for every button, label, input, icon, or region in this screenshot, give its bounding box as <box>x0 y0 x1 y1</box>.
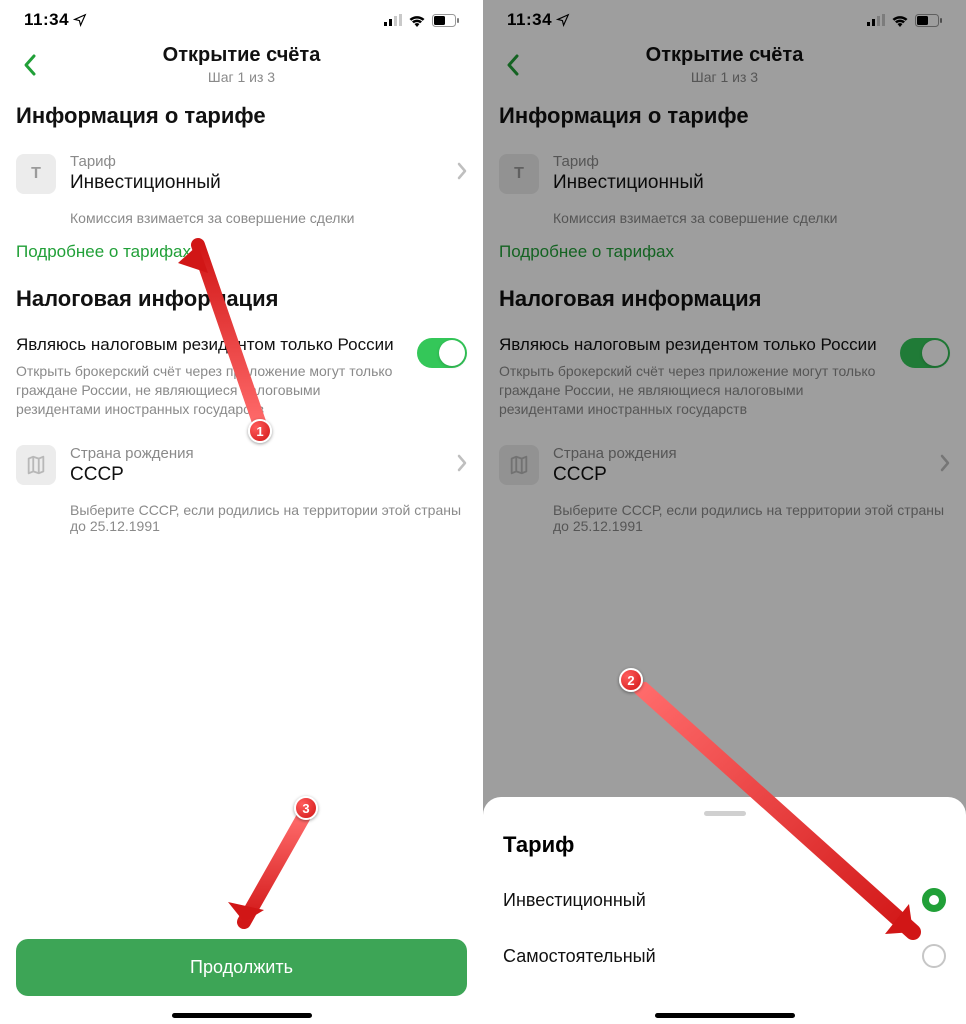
home-indicator <box>172 1013 312 1018</box>
birth-country-label: Страна рождения <box>553 445 926 462</box>
wifi-icon <box>891 14 909 27</box>
birth-country-note: Выберите СССР, если родились на территор… <box>499 498 950 544</box>
cellular-icon <box>867 14 885 26</box>
tax-toggle-text: Являюсь налоговым резидентом только Росс… <box>499 334 888 419</box>
tariff-bottom-sheet: Тариф Инвестиционный Самостоятельный <box>483 797 966 1024</box>
sheet-option-label: Самостоятельный <box>503 946 656 967</box>
tax-toggle-text: Являюсь налоговым резидентом только Росс… <box>16 334 405 419</box>
tax-resident-toggle[interactable] <box>417 338 467 368</box>
page-subtitle: Шаг 1 из 3 <box>44 69 439 85</box>
tax-toggle-desc: Открыть брокерский счёт через приложение… <box>499 362 888 419</box>
birth-country-value: СССР <box>553 464 926 486</box>
annotation-badge-1: 1 <box>248 419 272 443</box>
chevron-right-icon <box>457 162 467 185</box>
statusbar: 11:34 <box>0 0 483 36</box>
nav-header: Открытие счёта Шаг 1 из 3 <box>0 36 483 95</box>
status-right <box>384 14 459 27</box>
tax-resident-block: Являюсь налоговым резидентом только Росс… <box>16 324 467 425</box>
back-button[interactable] <box>499 51 527 79</box>
tax-resident-block: Являюсь налоговым резидентом только Росс… <box>499 324 950 425</box>
tariff-row-label: Тариф <box>70 153 443 170</box>
sheet-option-label: Инвестиционный <box>503 890 646 911</box>
tariff-section-title: Информация о тарифе <box>499 95 950 141</box>
tax-toggle-desc: Открыть брокерский счёт через приложение… <box>16 362 405 419</box>
status-time: 11:34 <box>507 10 552 30</box>
content: Информация о тарифе T Тариф Инвестиционн… <box>0 95 483 939</box>
birth-country-value: СССР <box>70 464 443 486</box>
status-time-wrap: 11:34 <box>24 10 87 30</box>
annotation-badge-2: 2 <box>619 668 643 692</box>
tariff-icon: T <box>499 154 539 194</box>
sheet-title: Тариф <box>503 832 946 872</box>
status-time-wrap: 11:34 <box>507 10 570 30</box>
birth-country-row[interactable]: Страна рождения СССР <box>499 433 950 498</box>
phone-screen-left: 11:34 Открытие счёта Шаг 1 из 3 Информац… <box>0 0 483 1024</box>
page-subtitle: Шаг 1 из 3 <box>527 69 922 85</box>
chevron-left-icon <box>506 53 520 77</box>
page-title: Открытие счёта <box>527 44 922 67</box>
nav-title-wrap: Открытие счёта Шаг 1 из 3 <box>44 44 439 85</box>
tax-resident-toggle[interactable] <box>900 338 950 368</box>
more-tariffs-link[interactable]: Подробнее о тарифах <box>499 236 950 278</box>
continue-button[interactable]: Продолжить <box>16 939 467 996</box>
birth-country-note: Выберите СССР, если родились на территор… <box>16 498 467 544</box>
back-button[interactable] <box>16 51 44 79</box>
cellular-icon <box>384 14 402 26</box>
tariff-row-value: Инвестиционный <box>553 172 950 194</box>
tariff-row[interactable]: T Тариф Инвестиционный <box>16 141 467 206</box>
birth-country-body: Страна рождения СССР <box>70 445 443 486</box>
home-indicator <box>655 1013 795 1018</box>
birth-country-row[interactable]: Страна рождения СССР <box>16 433 467 498</box>
page-title: Открытие счёта <box>44 44 439 67</box>
tax-toggle-title: Являюсь налоговым резидентом только Росс… <box>499 334 888 356</box>
phone-screen-right: 11:34 Открытие счёта Шаг 1 из 3 Информац… <box>483 0 966 1024</box>
nav-header: Открытие счёта Шаг 1 из 3 <box>483 36 966 95</box>
sheet-option-1[interactable]: Самостоятельный <box>503 928 946 984</box>
nav-title-wrap: Открытие счёта Шаг 1 из 3 <box>527 44 922 85</box>
map-icon <box>499 445 539 485</box>
birth-country-body: Страна рождения СССР <box>553 445 926 486</box>
tariff-icon: T <box>16 154 56 194</box>
tax-section-title: Налоговая информация <box>499 278 950 324</box>
wifi-icon <box>408 14 426 27</box>
chevron-left-icon <box>23 53 37 77</box>
birth-country-label: Страна рождения <box>70 445 443 462</box>
tax-section-title: Налоговая информация <box>16 278 467 324</box>
radio-selected-icon <box>922 888 946 912</box>
sheet-option-0[interactable]: Инвестиционный <box>503 872 946 928</box>
sheet-grabber[interactable] <box>704 811 746 816</box>
tariff-section-title: Информация о тарифе <box>16 95 467 141</box>
chevron-right-icon <box>940 454 950 477</box>
status-right <box>867 14 942 27</box>
tariff-note: Комиссия взимается за совершение сделки <box>499 206 950 236</box>
tariff-row-label: Тариф <box>553 153 950 170</box>
location-icon <box>556 13 570 27</box>
location-icon <box>73 13 87 27</box>
map-icon <box>16 445 56 485</box>
statusbar: 11:34 <box>483 0 966 36</box>
tariff-row-value: Инвестиционный <box>70 172 443 194</box>
battery-icon <box>915 14 942 27</box>
more-tariffs-link[interactable]: Подробнее о тарифах <box>16 236 467 278</box>
tax-toggle-title: Являюсь налоговым резидентом только Росс… <box>16 334 405 356</box>
tariff-row[interactable]: T Тариф Инвестиционный <box>499 141 950 206</box>
annotation-badge-3: 3 <box>294 796 318 820</box>
status-time: 11:34 <box>24 10 69 30</box>
chevron-right-icon <box>457 454 467 477</box>
tariff-row-body: Тариф Инвестиционный <box>553 153 950 194</box>
tariff-row-body: Тариф Инвестиционный <box>70 153 443 194</box>
tariff-note: Комиссия взимается за совершение сделки <box>16 206 467 236</box>
battery-icon <box>432 14 459 27</box>
radio-unselected-icon <box>922 944 946 968</box>
